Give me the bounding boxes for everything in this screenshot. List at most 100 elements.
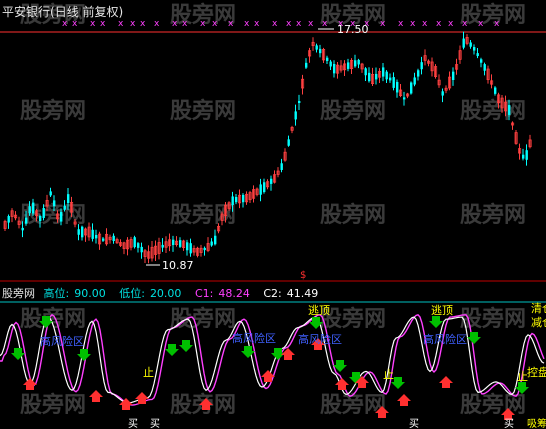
candle-body xyxy=(91,229,94,239)
zone-label-1: 高风险区 xyxy=(40,334,84,348)
top-marker: x xyxy=(212,19,218,29)
candle-body xyxy=(462,38,465,48)
candle-body xyxy=(305,62,308,68)
top-marker: x xyxy=(422,19,428,29)
candle-body xyxy=(77,229,80,235)
right-label-control: 控盘 xyxy=(527,365,546,379)
high-level-value: 90.00 xyxy=(74,287,106,300)
candle-body xyxy=(364,68,367,76)
right-label-clear: 清仓 xyxy=(531,301,546,315)
price-annotations: 17.50 10.87 xyxy=(146,23,369,272)
top-marker: x xyxy=(478,19,484,29)
watermark-text: 股旁网 xyxy=(320,392,386,418)
watermark-text: 股旁网 xyxy=(170,306,236,332)
top-marker: x xyxy=(154,19,160,29)
watermark-text: 股旁网 xyxy=(20,98,86,124)
candle-body xyxy=(420,62,423,70)
zone-label-4: 高风险区 xyxy=(423,332,467,346)
top-marker: x xyxy=(172,19,178,29)
watermark-text: 股旁网 xyxy=(320,202,386,228)
candle-body xyxy=(172,239,175,245)
candle-body xyxy=(214,235,217,245)
candle-body xyxy=(133,237,136,248)
top-marker: x xyxy=(436,19,442,29)
candle-body xyxy=(235,196,238,203)
candle-body xyxy=(347,62,350,69)
top-marker: x xyxy=(322,19,328,29)
top-marker: x xyxy=(200,19,206,29)
top-marker: x xyxy=(254,19,260,29)
c1-label: C1: xyxy=(194,287,214,300)
candle-body xyxy=(242,194,245,203)
candle-body xyxy=(179,240,182,247)
bottom-label-1: 买 xyxy=(128,418,138,429)
candle-body xyxy=(161,244,164,248)
candle-body xyxy=(60,212,63,222)
stop-label-2: 止 xyxy=(383,368,394,381)
candle-body xyxy=(494,87,497,94)
candle-body xyxy=(382,67,385,77)
low-level-value: 20.00 xyxy=(149,287,182,300)
zone-label-2: 高风险区 xyxy=(232,331,276,345)
watermark-text: 股旁网 xyxy=(460,2,526,28)
candle-body xyxy=(368,72,371,82)
low-level-label: 低位: xyxy=(119,287,145,300)
top-marker: x xyxy=(182,19,188,29)
top-marker: x xyxy=(398,19,404,29)
watermark-layer: 股旁网股旁网股旁网股旁网股旁网股旁网股旁网股旁网股旁网股旁网股旁网股旁网股旁网股… xyxy=(20,2,526,418)
candle-body xyxy=(203,247,206,251)
right-label-reduce: 减仓 xyxy=(531,315,546,329)
candle-body xyxy=(473,47,476,51)
candle-body xyxy=(53,200,56,207)
watermark-text: 股旁网 xyxy=(460,98,526,124)
candle-body xyxy=(280,163,283,170)
chart-title: 平安银行(日线 前复权) xyxy=(2,3,123,20)
candle-body xyxy=(333,63,336,74)
candle-body xyxy=(28,206,31,214)
candle-body xyxy=(63,205,66,210)
top-marker: x xyxy=(140,19,146,29)
buy-arrow xyxy=(397,394,411,406)
top-marker: x xyxy=(308,19,314,29)
c2-value: 41.49 xyxy=(286,287,319,300)
stock-chart: 股旁网股旁网股旁网股旁网股旁网股旁网股旁网股旁网股旁网股旁网股旁网股旁网股旁网股… xyxy=(0,2,546,429)
candle-body xyxy=(403,97,406,100)
escape-label-1: 逃顶 xyxy=(308,304,330,317)
bottom-label-2: 买 xyxy=(150,418,160,429)
top-marker: x xyxy=(410,19,416,29)
watermark-text: 股旁网 xyxy=(320,98,386,124)
buy-arrow xyxy=(89,390,103,402)
middle-marker: $ xyxy=(300,270,306,281)
sell-arrow xyxy=(429,316,443,328)
candle-body xyxy=(32,202,35,214)
low-price-label: 10.87 xyxy=(162,259,194,272)
sell-arrow xyxy=(165,344,179,356)
candle-body xyxy=(186,242,189,251)
high-level-label: 高位: xyxy=(43,287,70,300)
candle-body xyxy=(67,194,70,204)
top-marker: x xyxy=(118,19,124,29)
c2-label: C2: xyxy=(263,287,282,300)
candle-body xyxy=(7,216,10,223)
candle-body xyxy=(319,48,322,54)
candle-body xyxy=(112,235,115,242)
top-marker: x xyxy=(72,19,78,29)
indicator-header: 股旁网 高位: 90.00 低位: 20.00 C1: 48.24 C2: 41.49 xyxy=(2,285,328,301)
sell-arrow xyxy=(77,349,91,361)
candle-body xyxy=(263,182,266,193)
top-marker: x xyxy=(244,19,250,29)
candle-body xyxy=(357,59,360,65)
top-marker: x xyxy=(380,19,386,29)
candle-body xyxy=(329,61,332,67)
bottom-label-4: 买 xyxy=(504,418,514,429)
candle-body xyxy=(270,178,273,184)
candle-body xyxy=(95,234,98,239)
candle-body xyxy=(287,139,290,146)
candle-body xyxy=(42,208,45,218)
candle-body xyxy=(294,111,297,120)
candle-body xyxy=(315,45,318,50)
top-marker: x xyxy=(286,19,292,29)
zone-label-3: 高风险区 xyxy=(298,332,342,346)
candle-body xyxy=(259,184,262,195)
candle-body xyxy=(354,60,357,67)
